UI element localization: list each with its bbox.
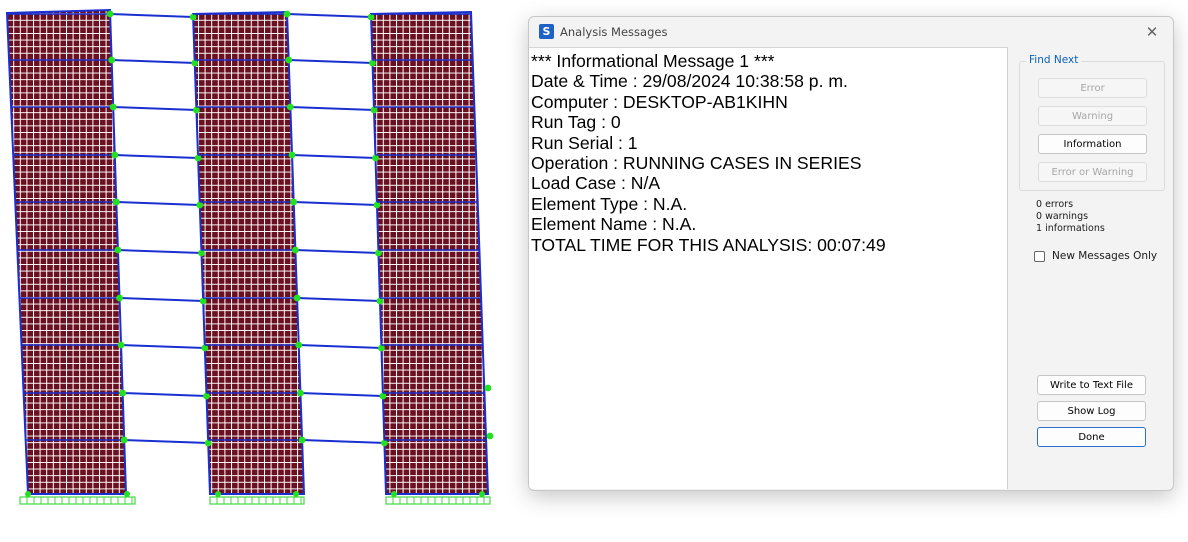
- joint-node: [106, 10, 114, 18]
- message-line: Run Serial : 1: [531, 132, 638, 153]
- coupling-beam: [288, 59, 373, 64]
- joint-node: [286, 103, 294, 111]
- joint-node: [391, 491, 397, 497]
- coupling-beam: [292, 154, 376, 159]
- joint-node: [112, 198, 120, 206]
- structural-model-view: [5, 8, 494, 505]
- message-line: Element Type : N.A.: [531, 193, 688, 214]
- coupling-beam: [300, 392, 383, 397]
- coupling-beam: [302, 439, 385, 444]
- title-bar: S Analysis Messages ✕: [529, 17, 1173, 47]
- coupling-beam: [297, 297, 381, 302]
- dialog-title: Analysis Messages: [560, 25, 668, 39]
- joint-node: [117, 341, 125, 349]
- coupling-beam: [293, 201, 378, 206]
- coupling-beam: [290, 106, 375, 111]
- joint-node: [109, 103, 117, 111]
- message-line: Element Name : N.A.: [531, 214, 697, 235]
- joint-node: [124, 491, 130, 497]
- joint-node: [120, 436, 128, 444]
- find-next-group: Find Next Error Warning Information Erro…: [1019, 54, 1165, 191]
- joint-node: [119, 389, 127, 397]
- coupling-beam: [119, 297, 204, 302]
- coupling-beam: [111, 59, 195, 64]
- joint-node: [111, 151, 119, 159]
- error-count: 0 errors: [1036, 199, 1074, 210]
- write-to-text-file-button[interactable]: Write to Text File: [1037, 375, 1146, 395]
- joint-node: [295, 341, 303, 349]
- show-log-button[interactable]: Show Log: [1037, 401, 1146, 421]
- joint-node: [114, 246, 122, 254]
- find-next-label: Find Next: [1026, 54, 1082, 66]
- shear-wall-3: [369, 10, 490, 495]
- shear-wall-2: [191, 10, 306, 495]
- warning-count: 0 warnings: [1036, 211, 1089, 222]
- message-line: Date & Time : 29/08/2024 10:38:58 p. m.: [531, 71, 848, 92]
- joint-node: [484, 384, 492, 392]
- message-line: Operation : RUNNING CASES IN SERIES: [531, 153, 862, 174]
- joint-node: [479, 491, 485, 497]
- coupling-beam: [114, 154, 199, 159]
- coupling-beam: [298, 344, 382, 349]
- base-support: [385, 496, 491, 505]
- joint-node: [108, 56, 116, 64]
- message-line: TOTAL TIME FOR THIS ANALYSIS: 00:07:49: [531, 234, 886, 255]
- message-line: Computer : DESKTOP-AB1KIHN: [531, 91, 788, 112]
- message-line: Run Tag : 0: [531, 112, 621, 133]
- coupling-beam: [110, 13, 194, 18]
- analysis-messages-dialog: S Analysis Messages ✕ *** Informational …: [528, 16, 1174, 491]
- joint-node: [25, 491, 31, 497]
- joint-node: [297, 389, 304, 397]
- find-error-or-warning-button[interactable]: Error or Warning: [1038, 162, 1147, 182]
- joint-node: [298, 436, 306, 444]
- coupling-beam: [121, 344, 205, 349]
- joint-node: [293, 491, 299, 497]
- coupling-beam: [122, 392, 207, 397]
- coupling-beam: [113, 106, 197, 111]
- coupling-beam: [124, 439, 209, 444]
- joint-node: [285, 56, 293, 64]
- joint-node: [116, 294, 123, 302]
- find-information-button[interactable]: Information: [1038, 134, 1147, 154]
- messages-text-area[interactable]: *** Informational Message 1 *** Date & T…: [529, 47, 1008, 489]
- joint-node: [283, 10, 291, 18]
- find-warning-button[interactable]: Warning: [1038, 106, 1147, 126]
- checkbox-box[interactable]: [1034, 251, 1045, 262]
- coupling-beam: [287, 13, 372, 18]
- joint-node: [291, 246, 299, 254]
- app-logo-icon: S: [539, 24, 554, 39]
- message-line: *** Informational Message 1 ***: [531, 51, 775, 71]
- coupling-beam: [116, 201, 200, 206]
- find-error-button[interactable]: Error: [1038, 78, 1147, 98]
- joint-node: [486, 432, 494, 440]
- joint-node: [215, 491, 221, 497]
- message-line: Load Case : N/A: [531, 173, 661, 194]
- new-messages-only-label: New Messages Only: [1052, 250, 1158, 262]
- joint-node: [293, 294, 301, 302]
- information-count: 1 informations: [1036, 223, 1105, 234]
- joint-node: [288, 151, 296, 159]
- close-button[interactable]: ✕: [1141, 21, 1163, 43]
- shear-wall-1: [5, 8, 128, 495]
- done-button[interactable]: Done: [1037, 427, 1146, 447]
- coupling-beam: [117, 249, 202, 254]
- coupling-beam: [295, 249, 379, 254]
- joint-node: [290, 198, 298, 206]
